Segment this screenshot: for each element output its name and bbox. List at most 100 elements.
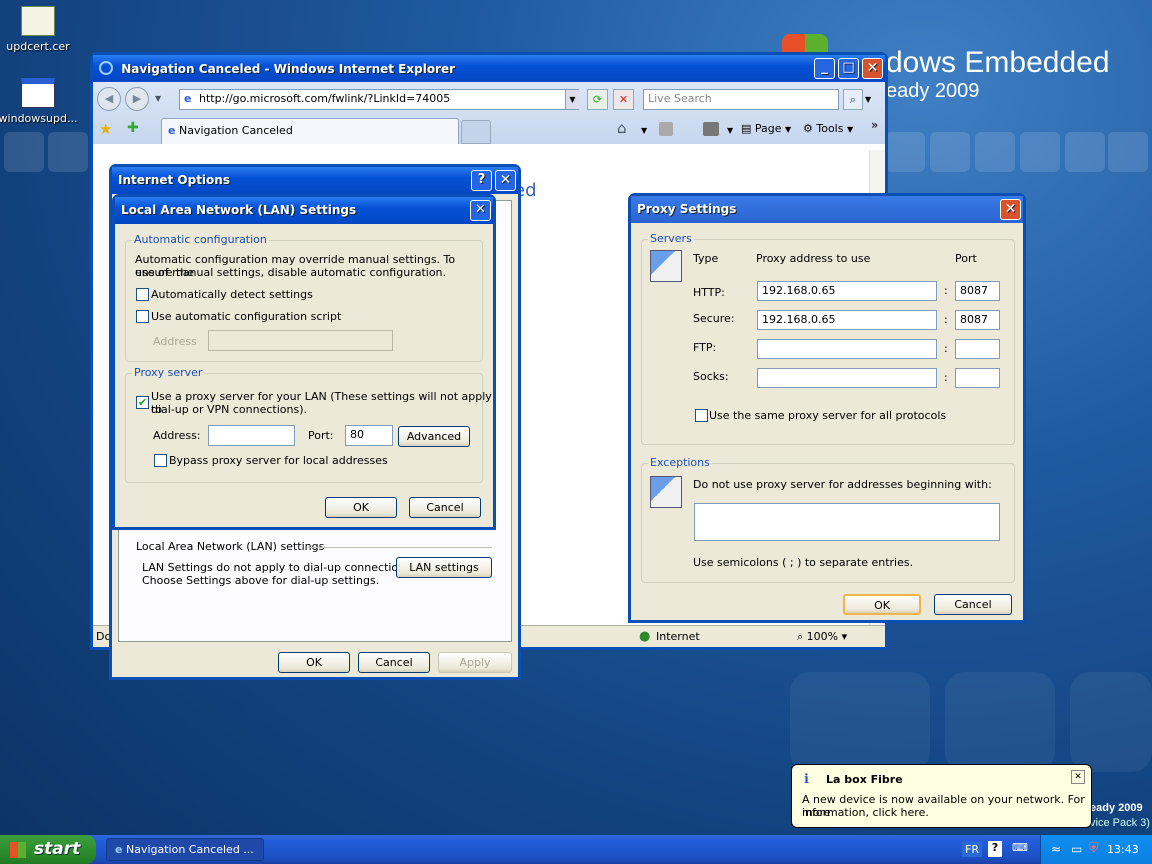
monitor-tray-icon[interactable]: ▭	[1071, 842, 1082, 856]
close-button[interactable]: ✕	[470, 200, 491, 221]
tab-label: Navigation Canceled	[178, 124, 293, 137]
minimize-button[interactable]: _	[814, 58, 835, 79]
ftp-address-input[interactable]	[757, 339, 937, 359]
proxy-address-label: Address:	[153, 429, 201, 442]
internet-options-titlebar[interactable]: Internet Options ? ✕	[112, 167, 518, 194]
search-input[interactable]: Live Search	[643, 89, 839, 110]
ok-button[interactable]: OK	[325, 497, 397, 518]
network-computers-icon	[650, 250, 682, 282]
more-chevron-icon[interactable]: »	[871, 118, 878, 132]
print-icon[interactable]	[703, 122, 719, 136]
use-proxy-checkbox[interactable]: ✔	[136, 396, 149, 409]
ie-navbar: ◀ ▶ ▼ e http://go.microsoft.com/fwlink/?…	[93, 82, 885, 144]
group-title: Servers	[648, 232, 694, 245]
divider	[308, 547, 492, 548]
home-chevron-icon[interactable]: ▼	[641, 126, 647, 135]
tools-menu[interactable]: ⚙ Tools ▼	[803, 122, 853, 135]
port-input[interactable]: 80	[345, 425, 393, 446]
favorites-star-icon[interactable]: ★	[99, 120, 112, 138]
zoom-control[interactable]: ⌕ 100% ▾	[797, 630, 847, 644]
refresh-button[interactable]: ⟳	[587, 89, 608, 110]
desktop-icon-windowsupdate[interactable]: windowsupd...	[0, 78, 78, 125]
http-address-input[interactable]: 192.168.0.65	[757, 281, 937, 301]
home-icon[interactable]: ⌂	[617, 119, 627, 137]
ie-logo-icon: e	[115, 843, 123, 856]
proxy-settings-dialog: Proxy Settings ✕ Servers Type Proxy addr…	[628, 193, 1026, 623]
lan-settings-titlebar[interactable]: Local Area Network (LAN) Settings ✕	[115, 197, 493, 224]
keyboard-icon[interactable]: ⌨	[1012, 841, 1028, 854]
desktop-icon-updcert[interactable]: updcert.cer	[0, 6, 78, 53]
bg-tile	[4, 132, 44, 172]
script-address-input[interactable]	[208, 330, 393, 351]
exceptions-textarea[interactable]	[694, 503, 1000, 541]
tools-menu-label: Tools	[816, 122, 844, 135]
windows-flag-logo	[782, 34, 828, 54]
stop-button[interactable]: ✕	[613, 89, 634, 110]
close-icon[interactable]: ✕	[1071, 770, 1085, 784]
proxy-settings-titlebar[interactable]: Proxy Settings ✕	[631, 196, 1023, 223]
network-tray-icon[interactable]: ≈	[1051, 842, 1061, 856]
close-button[interactable]: ✕	[1000, 199, 1021, 220]
auto-script-checkbox[interactable]	[136, 310, 149, 323]
ok-button[interactable]: OK	[843, 594, 921, 615]
auto-detect-checkbox[interactable]	[136, 288, 149, 301]
port-label: Port:	[308, 429, 334, 442]
socks-label: Socks:	[693, 370, 729, 383]
security-shield-icon[interactable]: ⛨	[1089, 841, 1099, 856]
recent-pages-chevron-icon[interactable]: ▼	[155, 94, 161, 103]
secure-address-input[interactable]: 192.168.0.65	[757, 310, 937, 330]
exceptions-hint: Use semicolons ( ; ) to separate entries…	[693, 556, 914, 569]
column-type: Type	[693, 252, 719, 265]
http-port-input[interactable]: 8087	[955, 281, 1000, 301]
help-button[interactable]: ?	[471, 170, 492, 191]
clock[interactable]: 13:43	[1107, 843, 1139, 856]
cancel-button[interactable]: Cancel	[934, 594, 1012, 615]
maximize-button[interactable]: □	[838, 58, 859, 79]
start-button[interactable]: start	[0, 835, 96, 864]
bg-tile	[48, 132, 88, 172]
ftp-port-input[interactable]	[955, 339, 1000, 359]
add-favorites-icon[interactable]: ✚	[127, 120, 139, 136]
http-label: HTTP:	[693, 286, 725, 299]
cancel-button[interactable]: Cancel	[358, 652, 430, 673]
bypass-checkbox[interactable]	[154, 454, 167, 467]
ie-titlebar[interactable]: Navigation Canceled - Windows Internet E…	[93, 55, 885, 82]
close-button[interactable]: ✕	[495, 170, 516, 191]
colon: :	[944, 342, 948, 355]
proxy-address-input[interactable]	[208, 425, 295, 446]
tab-navigation-canceled[interactable]: e Navigation Canceled	[161, 118, 459, 144]
help-icon[interactable]: ?	[988, 841, 1002, 857]
window-app-icon	[21, 78, 55, 108]
balloon-title: La box Fibre	[826, 773, 903, 786]
feeds-icon[interactable]	[659, 122, 673, 136]
new-tab-button[interactable]	[461, 120, 491, 144]
back-button[interactable]: ◀	[97, 87, 121, 111]
socks-port-input[interactable]	[955, 368, 1000, 388]
apply-button[interactable]: Apply	[438, 652, 512, 673]
notification-balloon[interactable]: ℹ La box Fibre ✕ A new device is now ava…	[791, 764, 1092, 828]
close-button[interactable]: ✕	[862, 58, 883, 79]
print-chevron-icon[interactable]: ▼	[727, 126, 733, 135]
search-icon[interactable]: ⌕	[843, 89, 863, 110]
advanced-button[interactable]: Advanced	[398, 426, 470, 447]
system-tray: ≈ ▭ ⛨ 13:43	[1040, 835, 1152, 864]
taskbar-button-ie[interactable]: e Navigation Canceled ...	[106, 838, 264, 861]
socks-address-input[interactable]	[757, 368, 937, 388]
page-menu-label: Page	[754, 122, 782, 135]
group-title: Proxy server	[132, 366, 205, 379]
ok-button[interactable]: OK	[278, 652, 350, 673]
same-proxy-checkbox[interactable]	[695, 409, 708, 422]
taskbar-button-label: Navigation Canceled ...	[125, 843, 254, 856]
auto-detect-label: Automatically detect settings	[151, 288, 313, 301]
cancel-button[interactable]: Cancel	[409, 497, 481, 518]
secure-port-input[interactable]: 8087	[955, 310, 1000, 330]
address-bar[interactable]: e http://go.microsoft.com/fwlink/?LinkId…	[179, 89, 579, 110]
address-dropdown-button[interactable]: ▼	[565, 90, 579, 109]
forward-button[interactable]: ▶	[125, 87, 149, 111]
language-indicator[interactable]: FR	[962, 842, 982, 857]
search-options-chevron-icon[interactable]: ▼	[865, 95, 871, 104]
info-icon: ℹ	[804, 772, 809, 787]
page-menu[interactable]: ▤ Page ▼	[741, 122, 791, 135]
brand-corner-1: eady 2009	[1090, 802, 1143, 814]
lan-settings-button[interactable]: LAN settings	[396, 557, 492, 578]
